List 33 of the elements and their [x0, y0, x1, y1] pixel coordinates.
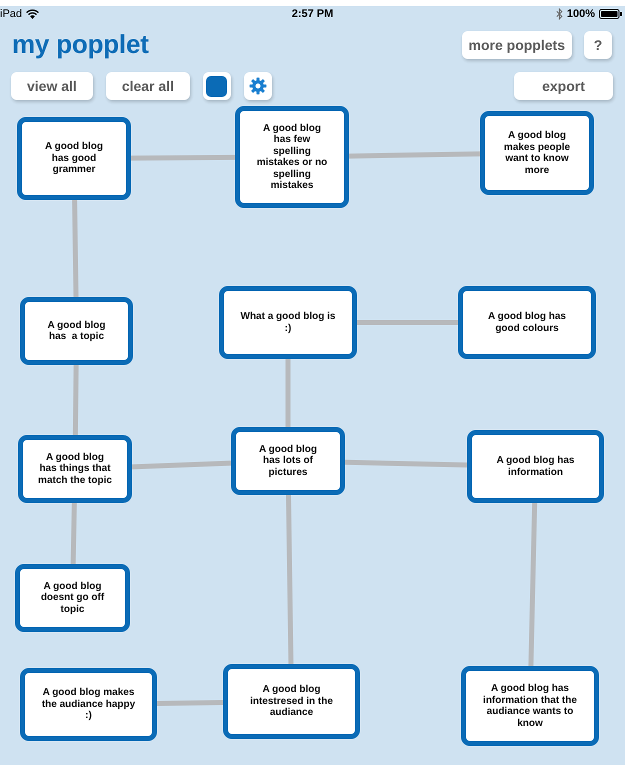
- bluetooth-icon: [556, 8, 563, 20]
- help-button[interactable]: ?: [584, 31, 612, 59]
- popplet-card[interactable]: A good blog has information: [467, 430, 604, 503]
- popplet-card[interactable]: A good blog doesnt go off topic: [15, 564, 130, 632]
- color-swatch-icon: [206, 76, 228, 96]
- battery-icon: [598, 9, 622, 20]
- connector-line: [70, 502, 77, 564]
- toolbar-button[interactable]: export: [514, 72, 613, 100]
- popplet-card[interactable]: A good blog has things that match the topic: [18, 435, 132, 503]
- popplet-card[interactable]: What a good blog is :): [219, 286, 357, 359]
- battery-percentage: 100%: [566, 7, 595, 22]
- app-title: my popplet: [12, 28, 149, 60]
- popplet-card[interactable]: A good blog intestresed in the audiance: [223, 664, 360, 739]
- toolbar-button[interactable]: view all: [11, 72, 93, 100]
- device-label: iPad: [0, 7, 22, 22]
- connector-line: [286, 359, 290, 427]
- settings-icon: [248, 77, 267, 95]
- popplet-card[interactable]: A good blog makes people want to know more: [480, 111, 594, 195]
- wifi-icon: [26, 9, 40, 20]
- connector-line: [72, 364, 79, 436]
- popplet-card[interactable]: A good blog has good colours: [458, 286, 596, 359]
- popplet-card[interactable]: A good blog has few spelling mistakes or no spelling mistakes: [235, 106, 349, 208]
- color-picker-button[interactable]: [202, 72, 231, 100]
- popplet-card[interactable]: A good blog makes the audiance happy :): [20, 668, 157, 741]
- more-popplets-button[interactable]: more popplets: [462, 31, 572, 59]
- settings-button[interactable]: [244, 72, 272, 100]
- popplet-card[interactable]: A good blog has information that the audiance wants to know: [461, 666, 599, 746]
- popplet-card[interactable]: A good blog has lots of pictures: [231, 427, 345, 495]
- clock-time: 2:57 PM: [292, 7, 334, 22]
- popplet-card[interactable]: A good blog has good grammer: [17, 117, 131, 200]
- toolbar-button[interactable]: clear all: [106, 72, 190, 100]
- popplet-card[interactable]: A good blog has a topic: [20, 297, 133, 365]
- connector-line: [156, 700, 224, 706]
